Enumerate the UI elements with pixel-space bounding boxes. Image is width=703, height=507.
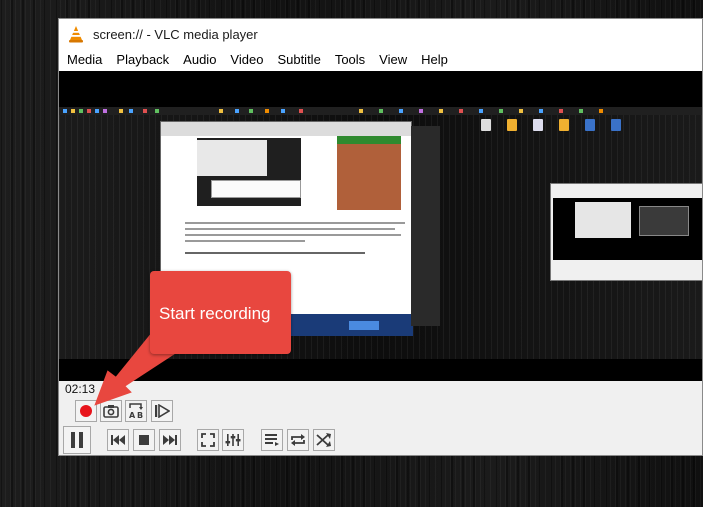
menu-tools[interactable]: Tools bbox=[328, 49, 372, 71]
vlc-cone-icon bbox=[69, 26, 83, 43]
playlist-button[interactable] bbox=[261, 429, 283, 451]
vlc-window: screen:// - VLC media player Media Playb… bbox=[58, 18, 703, 456]
elapsed-time: 02:13 bbox=[65, 382, 96, 396]
frame-step-icon bbox=[155, 404, 170, 418]
menu-help[interactable]: Help bbox=[414, 49, 455, 71]
record-button[interactable] bbox=[75, 400, 97, 422]
pause-button[interactable] bbox=[63, 426, 91, 454]
menu-audio[interactable]: Audio bbox=[176, 49, 223, 71]
menu-video[interactable]: Video bbox=[223, 49, 270, 71]
annotation-callout: Start recording bbox=[150, 271, 291, 354]
menu-media[interactable]: Media bbox=[60, 49, 109, 71]
captured-taskbar bbox=[59, 107, 702, 115]
playlist-icon bbox=[265, 434, 279, 446]
desktop-file-icon bbox=[533, 119, 543, 131]
menu-subtitle[interactable]: Subtitle bbox=[270, 49, 327, 71]
loop-ab-icon: A B bbox=[129, 403, 143, 420]
next-button[interactable] bbox=[159, 429, 181, 451]
menu-playback[interactable]: Playback bbox=[109, 49, 176, 71]
menu-view[interactable]: View bbox=[372, 49, 414, 71]
previous-button[interactable] bbox=[107, 429, 129, 451]
pause-icon bbox=[71, 432, 83, 448]
repeat-icon bbox=[291, 434, 305, 446]
desktop-folder-icon bbox=[559, 119, 569, 131]
record-icon bbox=[80, 405, 92, 417]
shuffle-icon bbox=[316, 433, 331, 447]
stop-icon bbox=[139, 435, 149, 445]
callout-text: Start recording bbox=[159, 304, 271, 323]
equalizer-icon bbox=[225, 434, 241, 446]
window-title: screen:// - VLC media player bbox=[93, 26, 258, 42]
fullscreen-icon bbox=[201, 433, 215, 447]
captured-vlc-window bbox=[550, 183, 702, 281]
skip-forward-icon bbox=[163, 435, 177, 445]
desktop-word-icon bbox=[611, 119, 621, 131]
stop-button[interactable] bbox=[133, 429, 155, 451]
desktop-file-icon bbox=[481, 119, 491, 131]
extended-settings-button[interactable] bbox=[222, 429, 244, 451]
loop-button[interactable] bbox=[287, 429, 309, 451]
shuffle-button[interactable] bbox=[313, 429, 335, 451]
svg-text:A: A bbox=[129, 411, 136, 420]
menu-bar: Media Playback Audio Video Subtitle Tool… bbox=[59, 49, 702, 71]
loop-ab-button[interactable]: A B bbox=[125, 400, 147, 422]
desktop-folder-icon bbox=[507, 119, 517, 131]
svg-text:B: B bbox=[137, 411, 143, 420]
snapshot-button[interactable] bbox=[100, 400, 122, 422]
camera-icon bbox=[103, 405, 119, 418]
title-bar: screen:// - VLC media player bbox=[59, 19, 702, 49]
desktop-word-icon bbox=[585, 119, 595, 131]
fullscreen-button[interactable] bbox=[197, 429, 219, 451]
skip-back-icon bbox=[111, 435, 125, 445]
frame-by-frame-button[interactable] bbox=[151, 400, 173, 422]
